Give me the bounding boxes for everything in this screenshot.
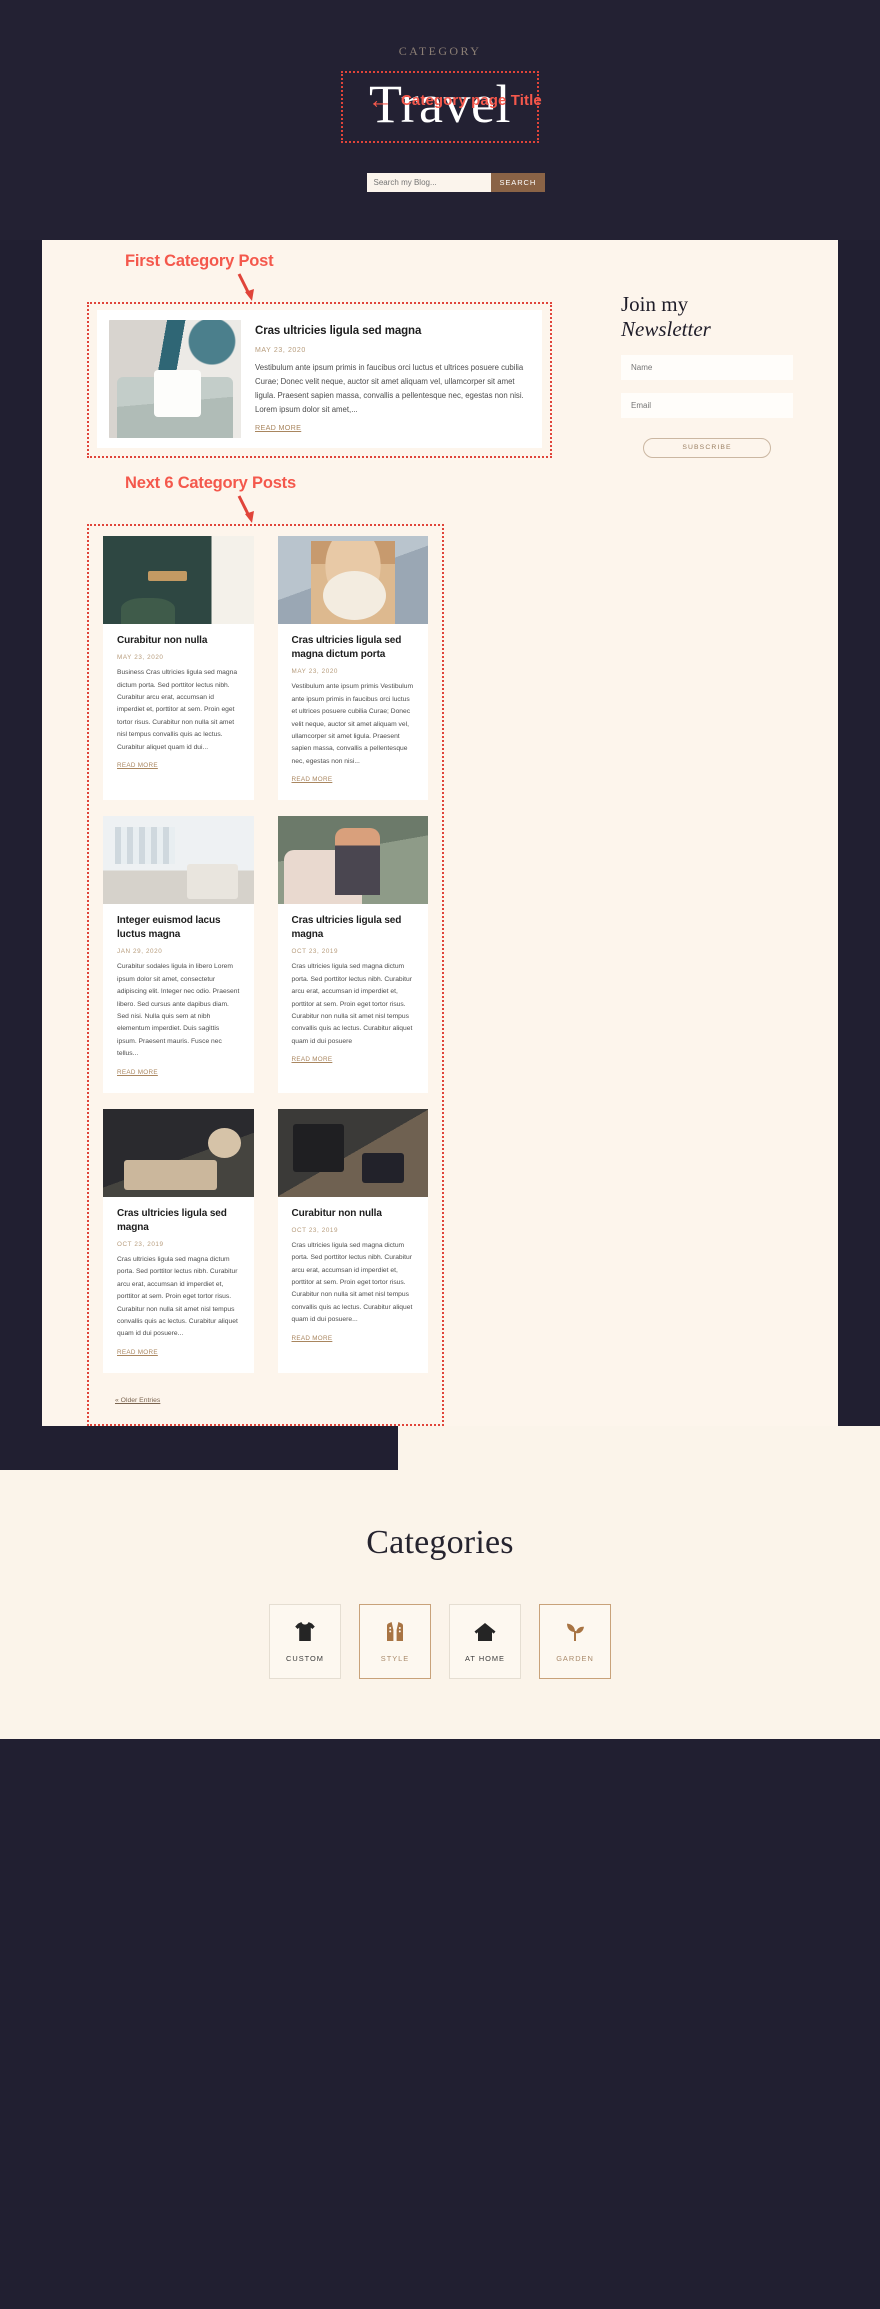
category-tile-custom[interactable]: CUSTOM [269,1603,341,1679]
post-excerpt: Cras ultricies ligula sed magna dictum p… [117,1255,238,1338]
post-body: Cras ultricies ligula sed magna dictum p… [278,624,429,786]
post-image [277,1108,428,1197]
post-date: MAY 23, 2020 [291,668,339,676]
post-read-more[interactable]: READ MORE [292,1335,333,1342]
table-row[interactable]: Cras ultricies ligula sed magna OCT 23, … [103,1108,254,1373]
featured-post-excerpt: Vestibulum ante ipsum primis in faucibus… [255,362,524,415]
vest-icon [387,1621,403,1641]
table-row[interactable]: Cras ultricies ligula sed magna OCT 23, … [277,816,429,1093]
newsletter-name-input[interactable] [621,354,793,380]
post-title[interactable]: Curabitur non nulla [292,1207,415,1221]
category-tile-label: CUSTOM [286,1653,324,1663]
post-body: Curabitur non nulla OCT 23, 2019 Cras ul… [278,1197,429,1345]
newsletter-email-input[interactable] [621,392,793,418]
posts-grid-highlight-box: Curabitur non nulla MAY 23, 2020 Busines… [87,524,444,1426]
search-row: SEARCH [0,173,880,193]
newsletter-title: Join my Newsletter [621,292,793,342]
table-row[interactable]: Integer euismod lacus luctus magna JAN 2… [103,816,254,1093]
arrow-down-icon [237,273,254,301]
post-date: OCT 23, 2019 [291,1226,339,1234]
post-body: Cras ultricies ligula sed magna OCT 23, … [103,1197,254,1359]
house-icon [474,1622,496,1641]
sprout-icon [567,1623,584,1641]
category-tile-garden[interactable]: GARDEN [539,1603,611,1679]
dark-accent-strip [0,1425,398,1470]
featured-post-body: Cras ultricies ligula sed magna MAY 23, … [255,320,530,438]
post-excerpt: Cras ultricies ligula sed magna dictum p… [291,1241,413,1324]
featured-left: Cras ultricies ligula sed magna MAY 23, … [87,302,552,458]
tshirt-icon [295,1621,315,1641]
post-date: MAY 23, 2020 [117,654,164,662]
featured-post-title[interactable]: Cras ultricies ligula sed magna [255,324,530,340]
post-excerpt: Business Cras ultricies ligula sed magna… [117,669,238,751]
newsletter-title-line1: Join my [621,292,689,316]
post-date: OCT 23, 2019 [291,948,339,956]
older-entries-link[interactable]: « Older Entries [115,1397,160,1404]
category-tile-style[interactable]: STYLE [359,1603,431,1679]
post-image [277,536,428,624]
categories-footer: Categories CUSTOM STYLE AT HOME GARDEN [0,1469,880,1739]
page-header: CATEGORY Travel ← Category page Title SE… [0,0,880,240]
arrow-down-icon-2 [237,495,254,523]
category-tile-label: GARDEN [556,1653,594,1663]
post-read-more[interactable]: READ MORE [117,1069,158,1076]
post-image [103,536,254,624]
arrow-left-icon: ← [368,86,393,114]
post-excerpt: Vestibulum ante ipsum primis Vestibulum … [291,683,414,765]
footer-transition-strip [0,1425,880,1470]
post-excerpt: Cras ultricies ligula sed magna dictum p… [291,963,413,1045]
posts-grid: Curabitur non nulla MAY 23, 2020 Busines… [99,532,432,1373]
newsletter-title-line2: Newsletter [621,316,711,341]
annotation-category-title-label: Category page Title [401,92,542,109]
featured-post-card[interactable]: Cras ultricies ligula sed magna MAY 23, … [97,310,542,448]
footer-title: Categories [366,1523,514,1561]
search-form: SEARCH [366,173,546,193]
post-read-more[interactable]: READ MORE [117,1349,158,1356]
featured-post-read-more[interactable]: READ MORE [255,423,301,432]
post-title[interactable]: Integer euismod lacus luctus magna [117,914,240,942]
post-read-more[interactable]: READ MORE [292,776,333,783]
category-tile-at-home[interactable]: AT HOME [449,1603,521,1679]
post-read-more[interactable]: READ MORE [117,762,158,769]
category-eyebrow: CATEGORY [398,44,482,58]
post-image [277,816,428,905]
post-title[interactable]: Cras ultricies ligula sed magna dictum p… [292,634,415,662]
search-input[interactable] [366,173,491,193]
post-read-more[interactable]: READ MORE [292,1056,333,1063]
post-body: Curabitur non nulla MAY 23, 2020 Busines… [103,624,254,772]
annotation-next-posts: Next 6 Category Posts [87,472,793,524]
annotation-category-title: ← Category page Title [368,88,542,113]
category-tile-label: STYLE [380,1653,410,1663]
post-body: Cras ultricies ligula sed magna OCT 23, … [278,904,429,1066]
post-date: JAN 29, 2020 [117,948,163,956]
table-row[interactable]: Curabitur non nulla OCT 23, 2019 Cras ul… [277,1108,429,1373]
featured-post-highlight-box: Cras ultricies ligula sed magna MAY 23, … [87,302,552,458]
annotation-first-post-label: First Category Post [125,252,274,270]
main-stage: First Category Post Cras ultricies ligul… [0,240,880,1470]
post-title[interactable]: Cras ultricies ligula sed magna [292,914,415,942]
content-panel: First Category Post Cras ultricies ligul… [42,240,838,1426]
post-excerpt: Curabitur sodales ligula in libero Lorem… [117,963,240,1058]
newsletter-sidebar: Join my Newsletter SUBSCRIBE [621,292,793,458]
featured-post-date: MAY 23, 2020 [255,346,306,354]
content-panel-inner: First Category Post Cras ultricies ligul… [42,250,838,1426]
category-tile-label: AT HOME [465,1653,505,1663]
search-button[interactable]: SEARCH [490,173,546,193]
post-title[interactable]: Cras ultricies ligula sed magna [117,1207,240,1235]
table-row[interactable]: Curabitur non nulla MAY 23, 2020 Busines… [103,536,254,801]
post-image [103,816,254,905]
featured-post-image [109,320,241,438]
category-tiles: CUSTOM STYLE AT HOME GARDEN [0,1603,880,1679]
table-row[interactable]: Cras ultricies ligula sed magna dictum p… [277,536,429,801]
post-date: OCT 23, 2019 [117,1240,164,1248]
post-title[interactable]: Curabitur non nulla [117,634,240,648]
newsletter-subscribe-button[interactable]: SUBSCRIBE [643,437,771,458]
post-image [103,1108,254,1197]
post-body: Integer euismod lacus luctus magna JAN 2… [103,904,254,1079]
annotation-next-posts-label: Next 6 Category Posts [125,474,296,492]
